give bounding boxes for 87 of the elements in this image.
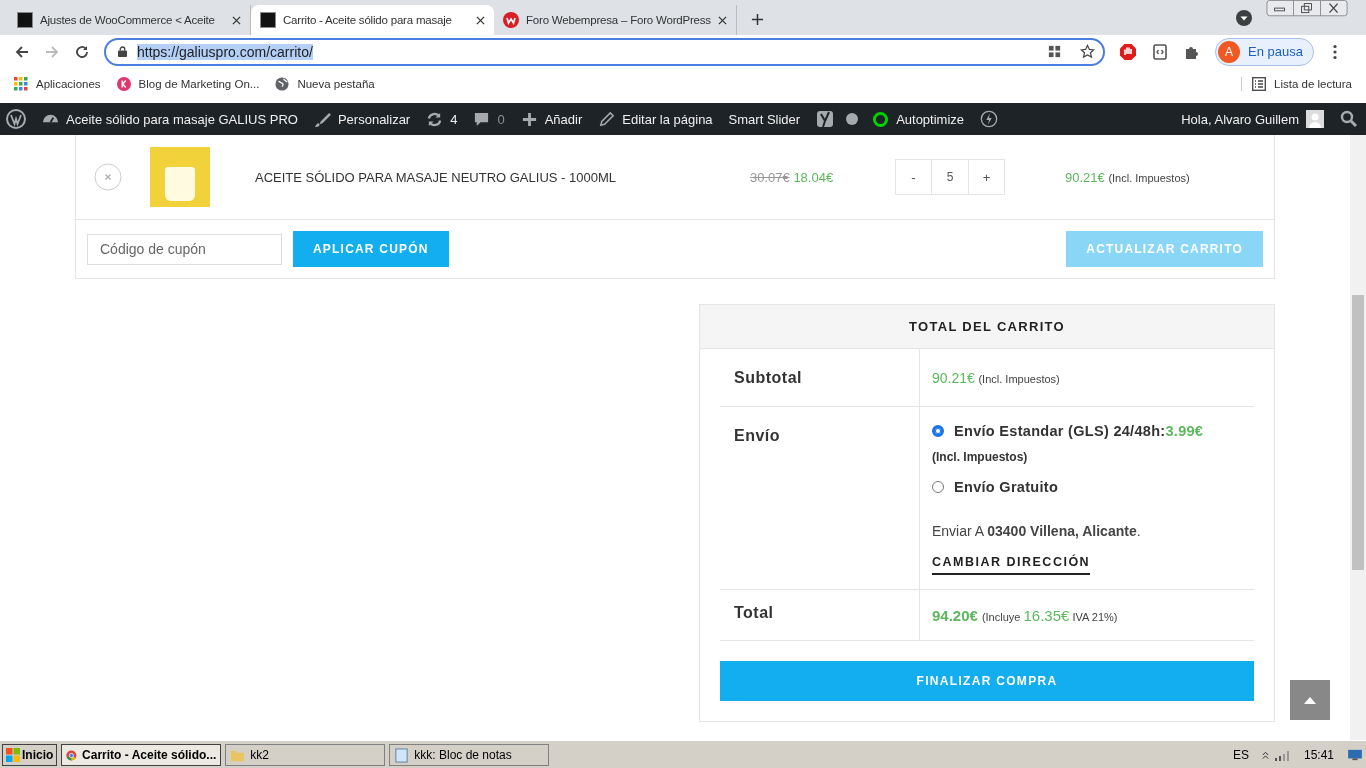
bookmark-item[interactable]: Blog de Marketing On... — [116, 77, 260, 91]
address-bar[interactable]: https://galiuspro.com/carrito/ — [104, 37, 1106, 66]
customize-link[interactable]: Personalizar — [313, 110, 411, 128]
close-icon[interactable] — [232, 15, 241, 25]
globe-icon — [275, 77, 290, 91]
logo-icon — [116, 77, 131, 91]
bookmark-star-icon[interactable] — [1080, 44, 1096, 59]
totals-heading: TOTAL DEL CARRITO — [700, 305, 1274, 349]
close-icon[interactable] — [476, 15, 485, 25]
search-icon[interactable] — [1340, 110, 1358, 128]
browser-tab[interactable]: Ajustes de WooCommerce < Aceite — [8, 5, 251, 35]
start-button[interactable]: Inicio — [2, 744, 58, 766]
change-address-link[interactable]: CAMBIAR DIRECCIÓN — [932, 555, 1091, 575]
tab-search-icon[interactable] — [1236, 10, 1252, 26]
tax-note: (Incluye 16.35€ IVA 21%) — [981, 606, 1118, 624]
apps-grid-icon — [14, 77, 28, 91]
back-icon[interactable] — [14, 43, 30, 60]
site-name-link[interactable]: Aceite sólido para masaje GALIUS PRO — [42, 110, 298, 128]
subtotal-amount: 90.21€ (Incl. Impuestos) — [932, 369, 1060, 386]
logo-icon — [503, 12, 519, 28]
line-subtotal: 90.21€ (Incl. Impuestos) — [1065, 169, 1190, 185]
close-icon[interactable] — [718, 15, 727, 25]
caret-up-icon[interactable] — [1260, 749, 1270, 761]
edit-page-link[interactable]: Editar la página — [598, 110, 713, 128]
refresh-icon — [426, 110, 444, 128]
tax-note: (Incl. Impuestos) — [932, 449, 1028, 465]
pencil-icon — [598, 110, 616, 128]
shipping-radio[interactable] — [932, 425, 944, 437]
ring-icon — [872, 110, 890, 128]
signal-icon[interactable] — [1273, 749, 1292, 761]
reload-icon[interactable] — [74, 43, 90, 60]
row-label: Subtotal — [720, 349, 920, 406]
paintbrush-icon — [313, 110, 331, 128]
tab-title: Foro Webempresa – Foro WordPress — [526, 14, 711, 26]
browser-tab[interactable]: Carrito - Aceite sólido para masaje — [251, 5, 494, 35]
stop-hand-icon[interactable] — [1119, 42, 1138, 61]
logo-icon — [260, 12, 276, 28]
list-icon — [1252, 77, 1266, 91]
taskbar-window-button[interactable]: Carrito - Aceite sólido... — [61, 744, 222, 766]
shipping-option-label[interactable]: Envío Estandar (GLS) 24/48h:3.99€ — [954, 421, 1204, 441]
seo-logo-icon[interactable] — [816, 110, 835, 128]
notepad-icon — [394, 747, 410, 763]
row-label: Envío — [720, 407, 920, 589]
lightning-icon[interactable] — [980, 110, 999, 128]
speech-bubble-icon — [473, 110, 491, 128]
tab-title: Ajustes de WooCommerce < Aceite — [40, 14, 216, 26]
smart-slider-link[interactable]: Smart Slider — [728, 111, 801, 127]
plus-icon — [520, 110, 538, 128]
reading-list-button[interactable]: Lista de lectura — [1241, 77, 1352, 91]
caret-up-icon — [1304, 696, 1316, 704]
bookmark-item[interactable]: Nueva pestaña — [275, 77, 375, 91]
avatar-icon — [1306, 110, 1324, 128]
shipping-option-label[interactable]: Envío Gratuito — [954, 477, 1059, 497]
product-name-link[interactable]: ACEITE SÓLIDO PARA MASAJE NEUTRO GALIUS - 1000ML — [255, 169, 750, 185]
language-indicator[interactable]: ES — [1232, 748, 1249, 762]
new-tab-icon[interactable] — [751, 13, 764, 26]
windows-logo-icon — [6, 748, 20, 762]
account-link[interactable]: Hola, Alvaro Guillem — [1181, 110, 1324, 128]
shipping-destination: Enviar A 03400 Villena, Alicante. — [932, 523, 1141, 539]
status-dot-icon — [846, 113, 859, 125]
logo-icon — [17, 12, 33, 28]
profile-button[interactable]: A En pausa — [1215, 37, 1314, 66]
code-scroll-icon[interactable] — [1151, 42, 1170, 61]
updates-link[interactable]: 4 — [426, 110, 458, 128]
add-new-link[interactable]: Añadir — [520, 110, 583, 128]
lock-icon — [118, 46, 127, 57]
taskbar-window-button[interactable]: kkk: Bloc de notas — [389, 744, 550, 766]
tab-title: Carrito - Aceite sólido para masaje — [283, 14, 453, 26]
qr-code-icon[interactable] — [1047, 44, 1063, 59]
product-price: 30.07€ 18.04€ — [750, 169, 835, 185]
desktop-icon[interactable] — [1346, 749, 1364, 761]
coupon-field[interactable]: Código de cupón — [87, 233, 282, 265]
browser-tab[interactable]: Foro Webempresa – Foro WordPress — [494, 5, 737, 35]
profile-status: En pausa — [1248, 44, 1303, 59]
row-label: Total — [720, 590, 920, 640]
autoptimize-link[interactable]: Autoptimize — [872, 110, 965, 128]
url-text: https://galiuspro.com/carrito/ — [137, 43, 313, 60]
taskbar-window-button[interactable]: kk2 — [225, 744, 386, 766]
comments-link[interactable]: 0 — [473, 110, 505, 128]
browser-logo-icon — [66, 747, 78, 763]
clock: 15:41 — [1303, 748, 1334, 762]
back-to-top-button[interactable] — [1290, 680, 1330, 720]
order-total: 94.20€ — [932, 606, 978, 624]
bookmark-item[interactable]: Aplicaciones — [14, 77, 101, 91]
avatar-initial: A — [1218, 40, 1241, 63]
wordpress-logo-icon[interactable] — [6, 109, 26, 129]
scrollbar[interactable] — [1350, 135, 1366, 740]
